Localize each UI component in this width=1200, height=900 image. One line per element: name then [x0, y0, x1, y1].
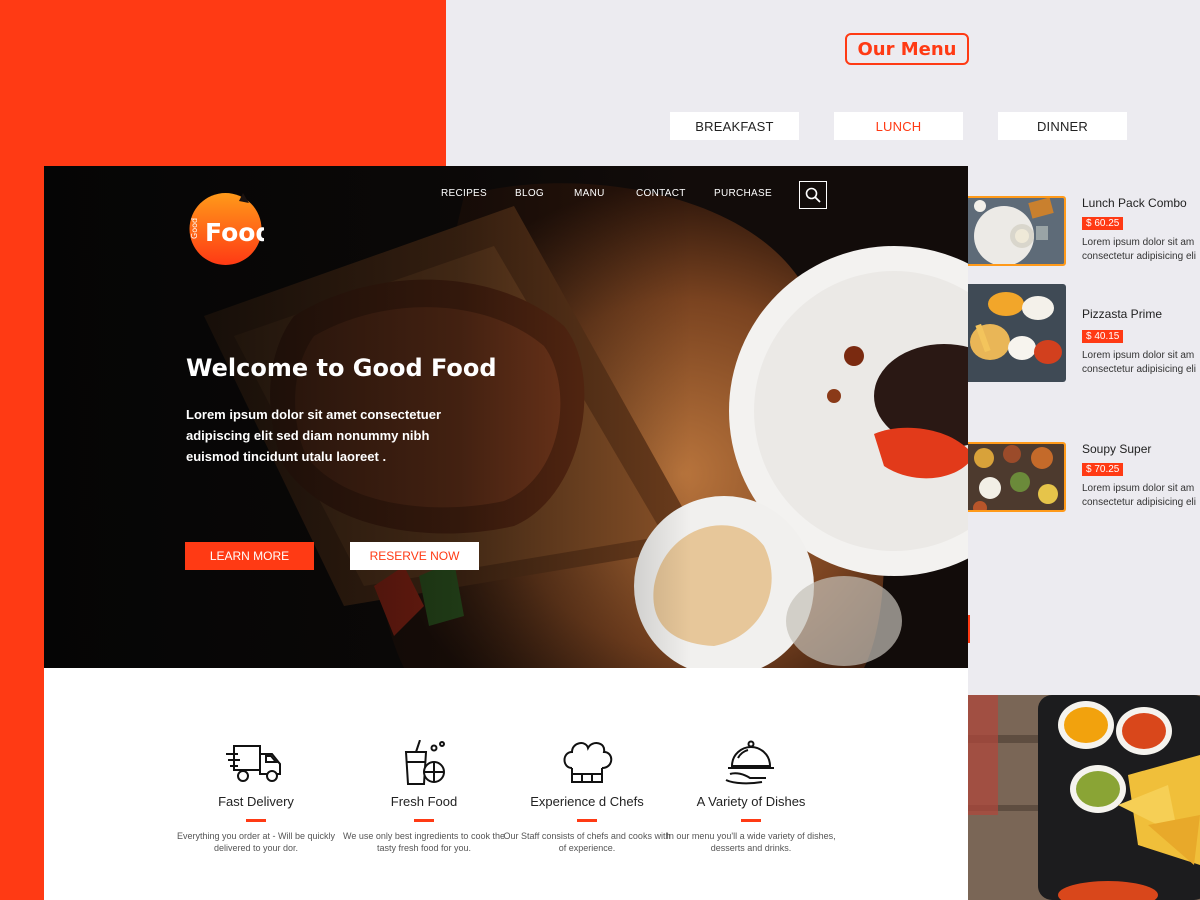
- fresh-drink-icon: [404, 740, 445, 785]
- website-mockup-card: Good Food RECIPES BLOG MANU CONTACT PURC…: [44, 166, 968, 900]
- feature-title: Fresh Food: [390, 794, 458, 809]
- feature-variety-of-dishes: A Variety of Dishes In our menu you'll a…: [666, 740, 836, 854]
- feature-title: Fast Delivery: [218, 794, 294, 809]
- feature-description: Our Staff consists of chefs and cooks wi…: [503, 831, 671, 853]
- feature-experienced-chefs: Experience d Chefs Our Staff consists of…: [502, 740, 672, 854]
- search-icon: [805, 187, 821, 203]
- menu-item-description: Lorem ipsum dolor sit am consectetur adi…: [1082, 237, 1196, 262]
- menu-item-description: Lorem ipsum dolor sit am consectetur adi…: [1082, 483, 1196, 508]
- tab-breakfast[interactable]: BREAKFAST: [670, 112, 799, 140]
- feature-divider: [246, 819, 266, 822]
- hero-title: Welcome to Good Food: [186, 354, 497, 382]
- menu-item-description: Lorem ipsum dolor sit am consectetur adi…: [1082, 350, 1196, 375]
- menu-item-name: Lunch Pack Combo: [1082, 196, 1187, 210]
- nav-blog[interactable]: BLOG: [515, 188, 544, 199]
- chef-hat-icon: [563, 742, 613, 783]
- menu-item-price: $ 40.15: [1082, 330, 1124, 343]
- nav-purchase[interactable]: PURCHASE: [714, 188, 772, 199]
- our-menu-title: Our Menu: [845, 33, 969, 65]
- menu-item-image: [960, 284, 1066, 382]
- svg-text:Good: Good: [190, 218, 199, 239]
- menu-item-pizzasta-prime[interactable]: Pizzasta Prime $ 40.15 Lorem ipsum dolor…: [960, 284, 1200, 384]
- nachos-food-photo: [968, 695, 1200, 900]
- hero-food-photo: [44, 166, 968, 668]
- menu-item-name: Pizzasta Prime: [1082, 307, 1163, 321]
- menu-item-lunch-pack-combo[interactable]: Lunch Pack Combo $ 60.25 Lorem ipsum dol…: [960, 196, 1200, 270]
- nav-recipes[interactable]: RECIPES: [441, 188, 487, 199]
- hero-section: Good Food RECIPES BLOG MANU CONTACT PURC…: [44, 166, 968, 668]
- good-food-logo[interactable]: Good Food: [187, 189, 264, 266]
- feature-title: Experience d Chefs: [530, 794, 644, 809]
- menu-item-image: [960, 196, 1066, 266]
- feature-description: In our menu you'll a wide variety of dis…: [666, 831, 836, 853]
- feature-divider: [577, 819, 597, 822]
- feature-divider: [741, 819, 761, 822]
- tab-lunch[interactable]: LUNCH: [834, 112, 963, 140]
- menu-item-soupy-super[interactable]: Soupy Super $ 70.25 Lorem ipsum dolor si…: [960, 442, 1200, 516]
- menu-item-name: Soupy Super: [1082, 442, 1152, 456]
- nav-manu[interactable]: MANU: [574, 188, 605, 199]
- menu-item-image: [960, 442, 1066, 512]
- feature-fast-delivery: Fast Delivery Everything you order at - …: [171, 740, 341, 854]
- search-button[interactable]: [799, 181, 827, 209]
- serving-dish-icon: [725, 740, 774, 785]
- feature-title: A Variety of Dishes: [696, 794, 806, 809]
- feature-fresh-food: Fresh Food We use only best ingredients …: [339, 740, 509, 854]
- feature-description: Everything you order at - Will be quickl…: [176, 831, 336, 853]
- hero-description: Lorem ipsum dolor sit amet consectetuer …: [186, 407, 442, 464]
- tab-dinner[interactable]: DINNER: [998, 112, 1127, 140]
- menu-item-price: $ 70.25: [1082, 463, 1124, 476]
- reserve-now-button[interactable]: RESERVE NOW: [350, 542, 479, 570]
- feature-divider: [414, 819, 434, 822]
- svg-text:Food: Food: [205, 218, 264, 247]
- feature-description: We use only best ingredients to cook the…: [343, 831, 505, 853]
- nav-contact[interactable]: CONTACT: [636, 188, 686, 199]
- truck-icon: [226, 745, 281, 782]
- learn-more-button[interactable]: LEARN MORE: [185, 542, 314, 570]
- menu-item-price: $ 60.25: [1082, 217, 1124, 230]
